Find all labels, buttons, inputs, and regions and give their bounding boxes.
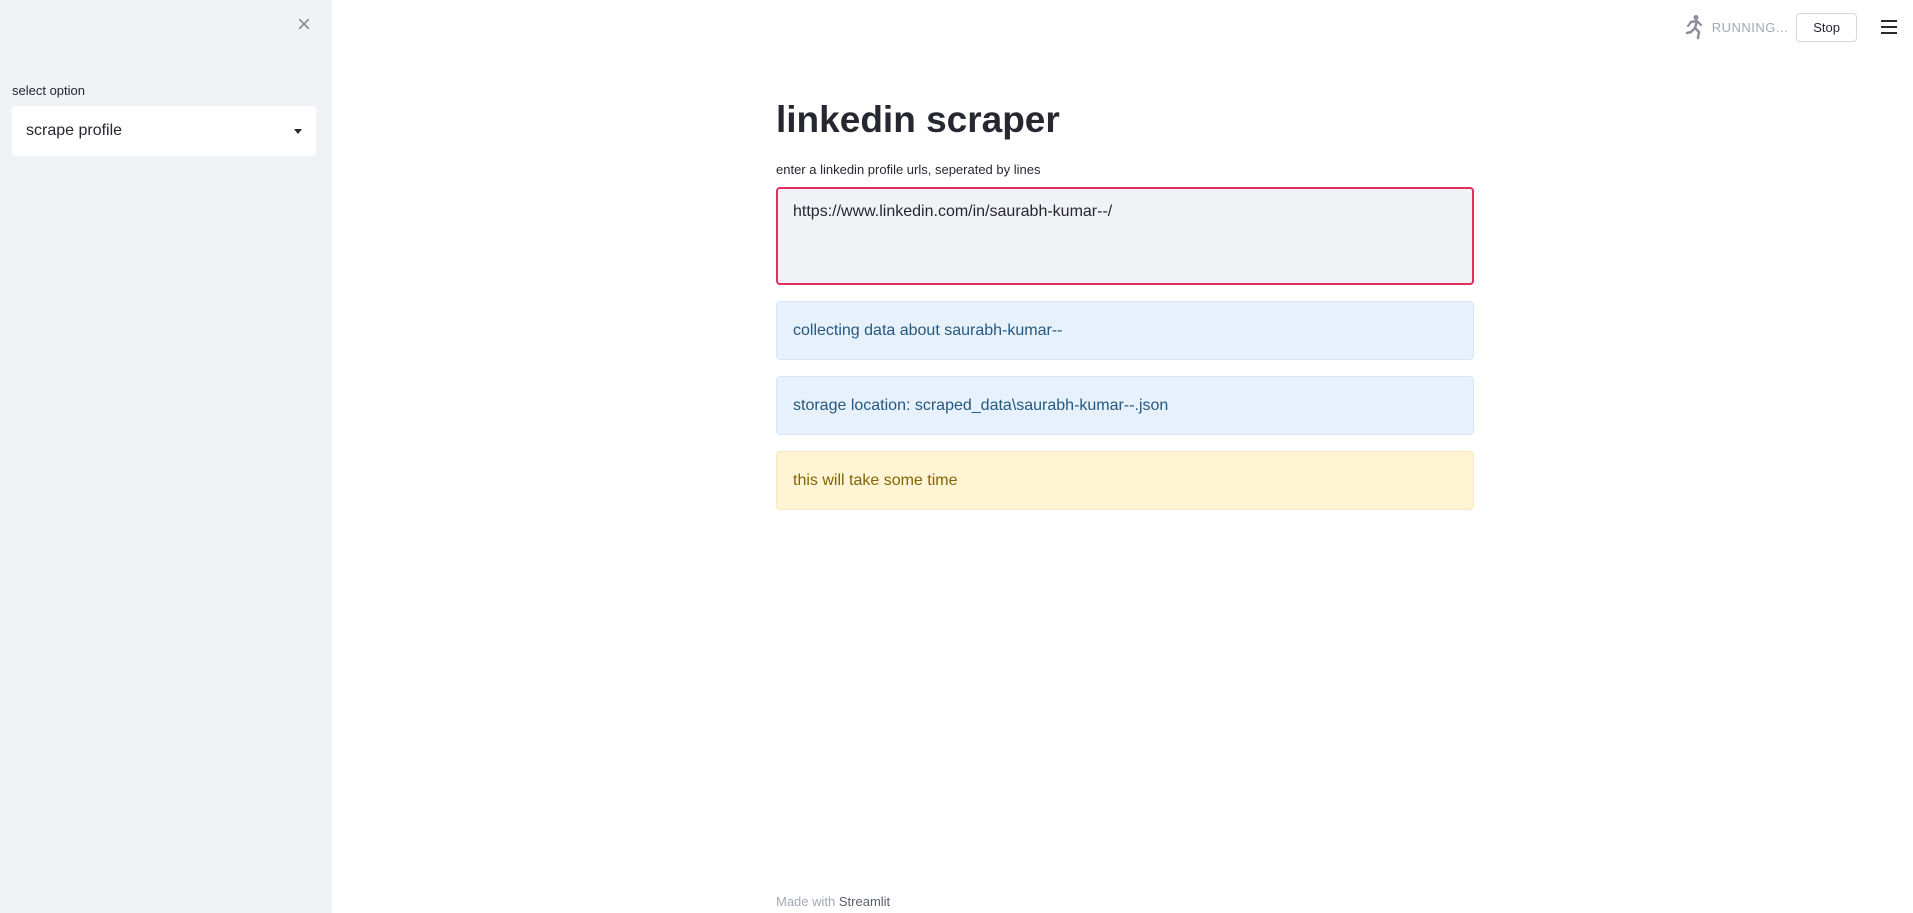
- info-alert-collecting: collecting data about saurabh-kumar--: [776, 301, 1474, 360]
- info-alert-storage: storage location: scraped_data\saurabh-k…: [776, 376, 1474, 435]
- warning-alert-time: this will take some time: [776, 451, 1474, 510]
- option-select[interactable]: scrape profile: [12, 106, 316, 156]
- select-value: scrape profile: [26, 122, 123, 139]
- alert-text: this will take some time: [793, 471, 958, 489]
- urls-input-label: enter a linkedin profile urls, seperated…: [776, 162, 1041, 177]
- sidebar: × select option scrape profile: [0, 0, 332, 913]
- hamburger-menu-icon[interactable]: [1881, 20, 1897, 34]
- alert-text: storage location: scraped_data\saurabh-k…: [793, 396, 1169, 414]
- footer-prefix: Made with: [776, 894, 836, 909]
- close-icon[interactable]: ×: [292, 13, 316, 37]
- page-title: linkedin scraper: [776, 99, 1060, 140]
- running-person-icon: [1685, 15, 1702, 40]
- caret-down-icon: [294, 128, 302, 134]
- status-toolbar: RUNNING... Stop: [1682, 12, 1897, 42]
- running-status: RUNNING...: [1711, 19, 1789, 35]
- select-label: select option: [12, 83, 85, 98]
- streamlit-link[interactable]: Streamlit: [839, 894, 890, 909]
- stop-button[interactable]: Stop: [1796, 12, 1857, 42]
- urls-textarea[interactable]: https://www.linkedin.com/in/saurabh-kuma…: [776, 187, 1474, 285]
- footer: Made with Streamlit: [776, 894, 890, 909]
- alert-text: collecting data about saurabh-kumar--: [793, 321, 1063, 339]
